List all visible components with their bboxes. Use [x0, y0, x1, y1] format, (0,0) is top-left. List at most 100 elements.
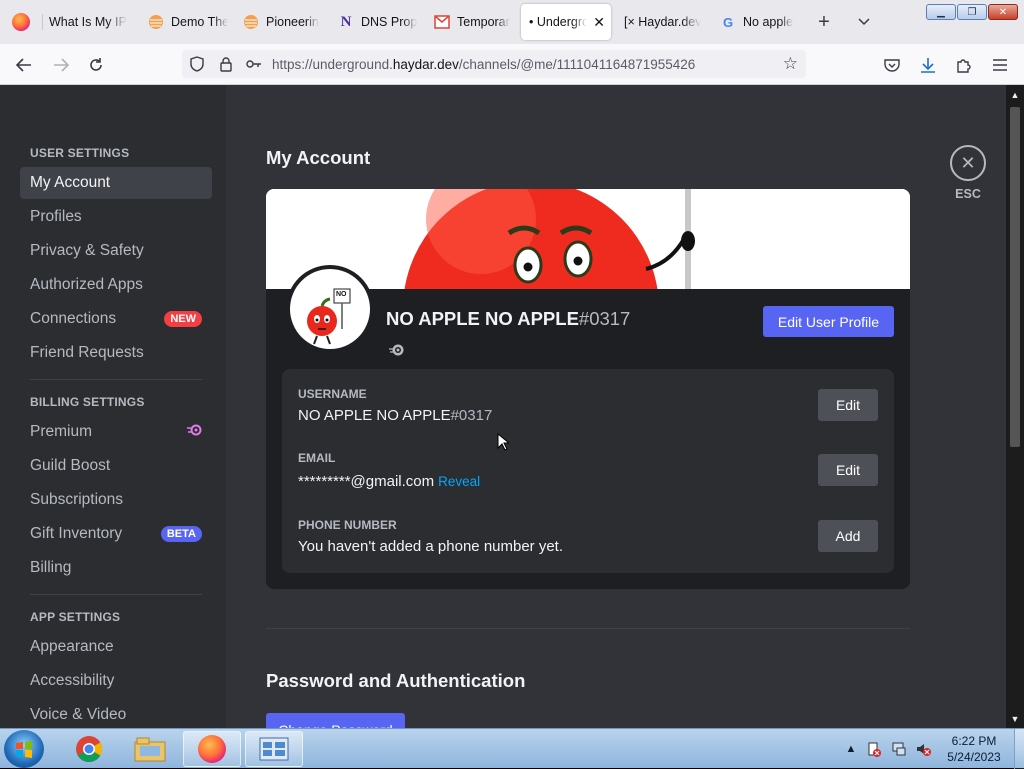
minimize-button[interactable]: ▁	[926, 4, 956, 20]
windows-taskbar: ▲ 6:22 PM 5/24/2023	[0, 728, 1024, 769]
forward-button[interactable]	[47, 51, 75, 79]
tab-no-apple[interactable]: G No apple	[720, 4, 800, 40]
key-icon[interactable]	[240, 59, 268, 69]
browser-chrome: What Is My IP Demo The Pioneerin N DNS P…	[0, 0, 1024, 85]
maximize-button[interactable]: ❐	[957, 4, 987, 20]
lock-icon[interactable]	[212, 56, 240, 72]
profile-banner	[266, 189, 910, 289]
tab-label: • Undergro	[529, 15, 587, 29]
url-text[interactable]: https://underground.haydar.dev/channels/…	[272, 57, 695, 72]
sidebar-item-my-account[interactable]: My Account	[20, 167, 212, 199]
page-scrollbar[interactable]: ▲ ▼	[1006, 85, 1024, 728]
nitro-badge-icon[interactable]	[388, 342, 404, 358]
scrollbar-thumb[interactable]	[1010, 107, 1020, 447]
email-label: EMAIL	[298, 451, 336, 465]
edit-user-profile-button[interactable]: Edit User Profile	[763, 306, 894, 337]
shield-icon[interactable]	[182, 56, 212, 72]
sidebar-item-accessibility[interactable]: Accessibility	[20, 665, 212, 697]
firefox-menu-button[interactable]	[0, 0, 42, 44]
close-tab-icon[interactable]: ✕	[593, 14, 605, 31]
settings-sidebar: USER SETTINGS My Account Profiles Privac…	[0, 85, 226, 728]
puzzle-icon	[957, 59, 971, 73]
app-menu-button[interactable]	[986, 51, 1014, 79]
tab-label: [× Haydar.dev	[624, 15, 702, 29]
sidebar-item-privacy-safety[interactable]: Privacy & Safety	[20, 235, 212, 267]
billing-settings-header: BILLING SETTINGS	[30, 395, 145, 409]
volume-muted-icon[interactable]	[915, 741, 931, 757]
address-bar[interactable]: https://underground.haydar.dev/channels/…	[182, 50, 806, 78]
avatar[interactable]: NO	[286, 265, 374, 353]
hamburger-icon	[993, 59, 1007, 71]
action-center-icon[interactable]	[866, 741, 882, 757]
sidebar-item-label: Profiles	[30, 208, 82, 225]
edit-username-button[interactable]: Edit	[818, 389, 878, 421]
show-desktop-button[interactable]	[1014, 729, 1024, 769]
back-button[interactable]	[10, 51, 38, 79]
network-icon[interactable]	[891, 741, 907, 757]
firefox-icon	[12, 13, 30, 31]
tab-demo[interactable]: Demo The	[148, 4, 228, 40]
sidebar-item-profiles[interactable]: Profiles	[20, 201, 212, 233]
email-value: *********@gmail.com Reveal	[298, 473, 480, 490]
tab-temporary-mail[interactable]: Temporar	[434, 4, 514, 40]
close-icon[interactable]: ✕	[950, 145, 986, 181]
page-title: My Account	[266, 147, 371, 168]
taskbar-firefox[interactable]	[183, 731, 241, 767]
new-tab-button[interactable]: +	[810, 8, 838, 36]
sidebar-item-premium[interactable]: Premium	[20, 416, 212, 448]
sidebar-item-gift-inventory[interactable]: Gift Inventory BETA	[20, 518, 212, 550]
sidebar-item-appearance[interactable]: Appearance	[20, 631, 212, 663]
scroll-up-icon[interactable]: ▲	[1006, 87, 1024, 103]
bookmark-star-icon[interactable]: ☆	[783, 54, 798, 74]
tab-dns-propagation[interactable]: N DNS Prop	[338, 4, 418, 40]
close-settings[interactable]: ✕ ESC	[948, 145, 988, 201]
navigation-toolbar: https://underground.haydar.dev/channels/…	[0, 44, 1024, 85]
tab-haydar-dev[interactable]: [× Haydar.dev	[624, 4, 704, 40]
show-hidden-icons[interactable]: ▲	[843, 741, 859, 757]
start-button[interactable]	[4, 730, 44, 768]
extensions-button[interactable]	[950, 51, 978, 79]
sidebar-item-subscriptions[interactable]: Subscriptions	[20, 484, 212, 516]
tab-label: Demo The	[171, 15, 228, 29]
esc-label: ESC	[955, 187, 981, 201]
reload-button[interactable]	[82, 51, 110, 79]
tab-strip: What Is My IP Demo The Pioneerin N DNS P…	[0, 0, 1024, 44]
arrow-left-icon	[16, 58, 31, 72]
new-badge: NEW	[164, 311, 202, 327]
pocket-icon	[884, 59, 900, 72]
taskbar-explorer[interactable]	[121, 731, 179, 767]
reveal-email-link[interactable]: Reveal	[438, 474, 480, 489]
n-logo-icon: N	[340, 13, 352, 30]
sidebar-item-authorized-apps[interactable]: Authorized Apps	[20, 269, 212, 301]
tab-underground[interactable]: • Undergro ✕	[521, 4, 611, 40]
profile-display-name: NO APPLE NO APPLE#0317	[386, 308, 630, 330]
settings-content: My Account NO NO APPLE NO APPLE#0317 Edi…	[226, 85, 1006, 728]
add-phone-button[interactable]: Add	[818, 520, 878, 552]
scroll-down-icon[interactable]: ▼	[1006, 711, 1024, 727]
sidebar-item-billing[interactable]: Billing	[20, 552, 212, 584]
edit-email-button[interactable]: Edit	[818, 454, 878, 486]
tab-label: Temporar	[457, 15, 510, 29]
discriminator-text: #0317	[578, 308, 631, 329]
window-close-button[interactable]: ✕	[988, 4, 1018, 20]
mouse-cursor-icon	[497, 433, 509, 451]
close-icon: ✕	[998, 6, 1008, 18]
mail-icon	[434, 14, 450, 30]
taskbar-app[interactable]	[245, 731, 303, 767]
minimize-icon: ▁	[937, 6, 945, 18]
system-clock[interactable]: 6:22 PM 5/24/2023	[938, 733, 1010, 765]
sidebar-item-connections[interactable]: Connections NEW	[20, 303, 212, 335]
sidebar-item-voice-video[interactable]: Voice & Video	[20, 699, 212, 728]
tab-pioneering[interactable]: Pioneerin	[243, 4, 323, 40]
tab-label: No apple	[743, 15, 794, 29]
downloads-button[interactable]	[914, 51, 942, 79]
sidebar-item-guild-boost[interactable]: Guild Boost	[20, 450, 212, 482]
sidebar-item-friend-requests[interactable]: Friend Requests	[20, 337, 212, 369]
list-tabs-button[interactable]	[850, 8, 878, 36]
tab-what-is-my-ip[interactable]: What Is My IP	[49, 4, 137, 40]
control-panel-icon	[259, 737, 289, 761]
taskbar-chrome[interactable]	[60, 731, 118, 767]
change-password-button[interactable]: Change Password	[266, 713, 405, 728]
sidebar-item-label: Guild Boost	[30, 457, 111, 474]
pocket-button[interactable]	[878, 51, 906, 79]
